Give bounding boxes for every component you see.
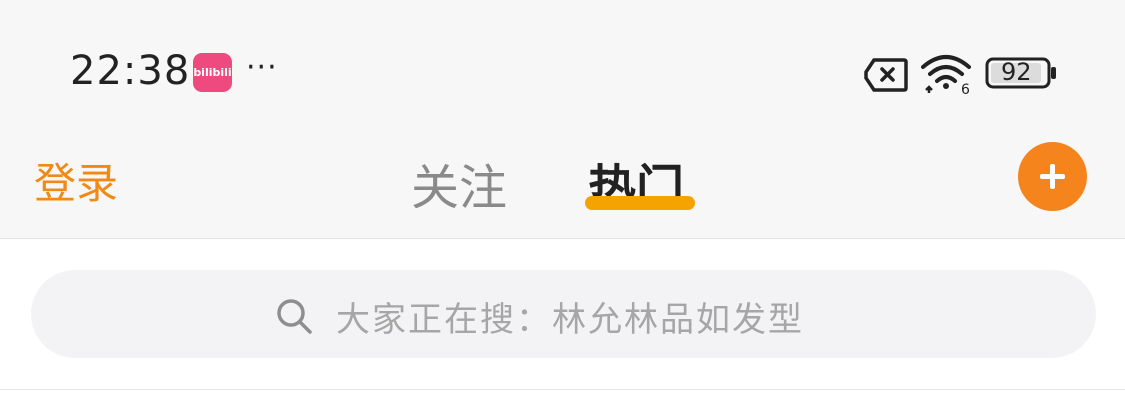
sim-icon [864, 58, 908, 92]
battery-level-text: 92 [1001, 58, 1032, 86]
bilibili-app-icon: bilibili [193, 53, 232, 92]
search-icon [277, 299, 312, 334]
active-tab-indicator [585, 196, 695, 210]
status-bar: 22:38 bilibili ··· 6 92 [0, 0, 1125, 130]
wifi-icon: 6 [921, 55, 971, 95]
search-placeholder: 大家正在搜：林允林品如发型 [336, 300, 804, 340]
add-button[interactable] [1018, 142, 1087, 211]
search-area: 大家正在搜：林允林品如发型 [0, 239, 1125, 390]
tab-follow[interactable]: 关注 [411, 148, 507, 218]
svg-text:6: 6 [961, 82, 970, 95]
login-link[interactable]: 登录 [34, 150, 118, 211]
search-input[interactable]: 大家正在搜：林允林品如发型 [31, 270, 1096, 358]
top-nav-bar: 登录 关注 热门 [0, 130, 1125, 239]
status-time: 22:38 [70, 48, 191, 94]
more-notifications-icon: ··· [246, 50, 278, 85]
